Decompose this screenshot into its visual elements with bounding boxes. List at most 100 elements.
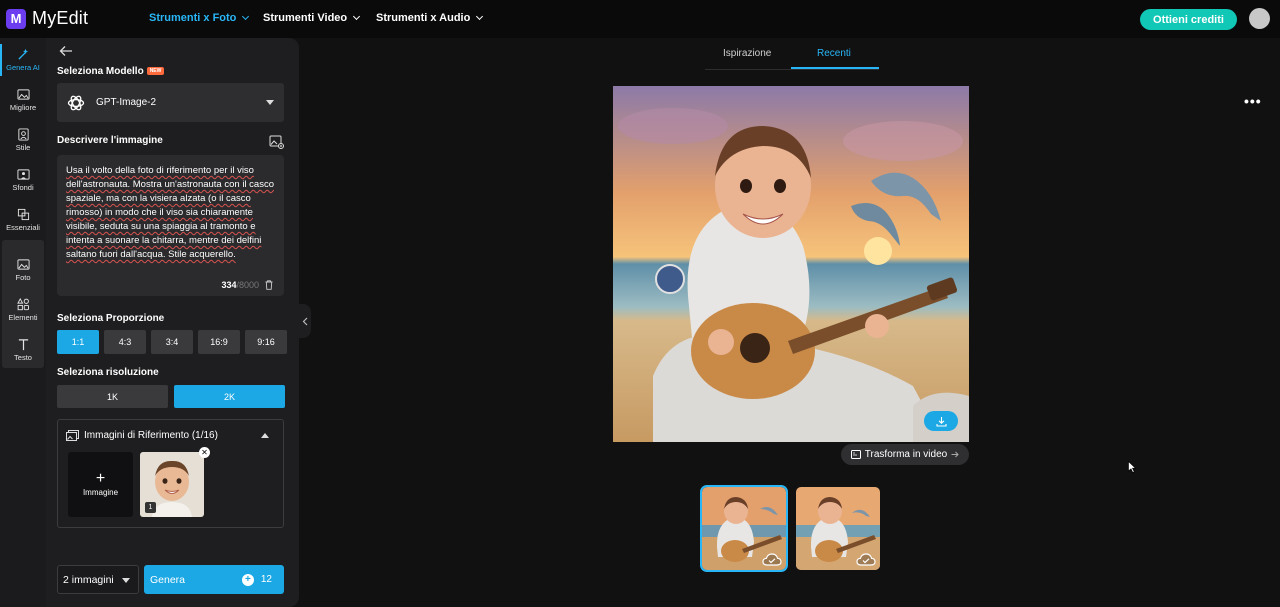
ratio-9-16-button[interactable]: 9:16 [245,330,287,354]
rail-item-sfondi[interactable]: Sfondi [0,160,46,200]
panel-collapse-handle[interactable] [299,304,311,338]
rail-item-stile[interactable]: Stile [0,120,46,160]
add-image-label: Immagine [82,488,119,497]
describe-section-title: Descrivere l'immagine [57,135,163,146]
transform-to-video-button[interactable]: Trasforma in video [841,444,969,465]
transform-to-video-label: Trasforma in video [864,449,948,460]
tool-rail: Genera AI Migliore Stile Sfondi Essenzia… [0,38,46,607]
video-icon [850,450,861,459]
trash-icon[interactable] [265,280,273,290]
active-tab-indicator [791,67,879,69]
nav-photo-tools[interactable]: Strumenti x Foto [149,12,250,24]
reference-title: Immagini di Riferimento (1/16) [84,430,218,441]
ratio-section-title: Seleziona Proporzione [57,313,165,324]
tab-recenti[interactable]: Recenti [817,48,851,59]
nav-label: Strumenti x Foto [149,12,237,24]
char-count: 334 [221,280,237,290]
generated-image [613,86,969,442]
rail-item-label: Stile [15,143,31,152]
rail-item-migliore[interactable]: Migliore [0,80,46,120]
nav-label: Strumenti x Audio [376,12,471,24]
download-icon [935,416,947,427]
image-count-select[interactable]: 2 immagini [57,565,139,594]
arrow-right-icon [951,451,959,458]
wand-icon [17,48,28,60]
model-select[interactable]: GPT-Image-2 [57,83,284,122]
char-counter: 334/8000 [221,280,259,290]
resolution-2k-button[interactable]: 2K [174,385,285,408]
rail-item-label: Elementi [8,313,38,322]
dropdown-arrow-icon [266,100,274,105]
ratio-1-1-button[interactable]: 1:1 [57,330,99,354]
rail-item-label: Essenziali [6,223,40,232]
get-credits-button[interactable]: Ottieni crediti [1140,9,1237,30]
rail-item-genera-ai[interactable]: Genera AI [0,40,46,80]
photo-icon [16,259,30,270]
cloud-save-icon[interactable] [762,552,782,566]
image-to-prompt-icon[interactable] [269,135,284,149]
chevron-down-icon [476,12,484,21]
result-thumbnail-2[interactable] [796,487,880,570]
prompt-text[interactable]: Usa il volto della foto di riferimento p… [66,164,280,262]
generate-ai-panel: Seleziona Modello NEW GPT-Image-2 Descriv… [46,38,299,607]
remove-reference-close-icon[interactable]: ✕ [199,447,210,458]
ratio-3-4-button[interactable]: 3:4 [151,330,193,354]
dropdown-arrow-icon [122,578,130,583]
resolution-options: 1K 2K [57,385,285,408]
text-icon [18,339,28,351]
ratio-4-3-button[interactable]: 4:3 [104,330,146,354]
rail-item-elementi[interactable]: Elementi [0,290,46,330]
new-badge: NEW [146,67,165,76]
result-tabs: Ispirazione Recenti [705,38,879,70]
user-avatar[interactable] [1249,8,1270,29]
reference-index-badge: 1 [145,502,156,513]
elements-icon [16,298,29,311]
reference-images-section: Immagini di Riferimento (1/16) + Immagin… [57,419,284,528]
model-section-label: Seleziona Modello [57,66,144,77]
tab-ispirazione[interactable]: Ispirazione [723,48,771,59]
app-name: MyEdit [32,8,89,28]
top-bar: M MyEdit Strumenti x Foto Strumenti Vide… [0,0,1280,38]
generate-label: Genera [150,573,186,586]
mouse-cursor-icon [1128,461,1136,473]
openai-logo-icon [67,95,85,110]
model-section-title: Seleziona Modello NEW [57,66,165,77]
char-max: /8000 [236,280,259,290]
rail-item-label: Genera AI [6,63,40,72]
rail-item-label: Sfondi [12,183,34,192]
crop-icon [17,208,29,221]
result-thumbnail-1[interactable] [700,485,788,572]
rail-item-essenziali[interactable]: Essenziali [0,200,46,240]
chevron-left-icon [302,317,308,325]
ratio-options: 1:1 4:3 3:4 16:9 9:16 [57,330,287,354]
logo-mark-icon: M [6,8,26,29]
generate-button[interactable]: Genera + 12 [144,565,284,594]
background-icon [16,169,30,180]
rail-item-label: Testo [14,353,32,362]
chevron-down-icon [242,12,250,21]
add-reference-image-button[interactable]: + Immagine [68,452,133,517]
rail-item-testo[interactable]: Testo [0,330,46,370]
download-button[interactable] [924,411,958,431]
prompt-textarea[interactable]: Usa il volto della foto di riferimento p… [57,155,284,296]
resolution-1k-button[interactable]: 1K [57,385,168,408]
model-name: GPT-Image-2 [96,97,157,108]
app-logo[interactable]: M MyEdit [6,8,88,29]
collapse-arrow-icon[interactable] [261,433,269,438]
nav-audio-tools[interactable]: Strumenti x Audio [376,12,484,24]
generate-cost: + 12 [241,573,272,586]
ratio-16-9-button[interactable]: 16:9 [198,330,240,354]
reference-image-thumbnail[interactable]: 1 [140,452,204,517]
cloud-save-icon[interactable] [856,552,876,566]
back-arrow-icon[interactable] [59,45,73,57]
more-options-icon[interactable]: ••• [1244,93,1262,109]
rail-item-label: Foto [15,273,31,282]
image-enhance-icon [16,89,30,100]
style-icon [17,128,29,141]
images-icon [66,430,79,441]
rail-item-foto[interactable]: Foto [0,250,46,290]
nav-video-tools[interactable]: Strumenti Video [263,12,361,24]
reference-header[interactable]: Immagini di Riferimento (1/16) [66,430,218,441]
chevron-down-icon [353,12,361,21]
plus-icon: + [95,470,106,487]
